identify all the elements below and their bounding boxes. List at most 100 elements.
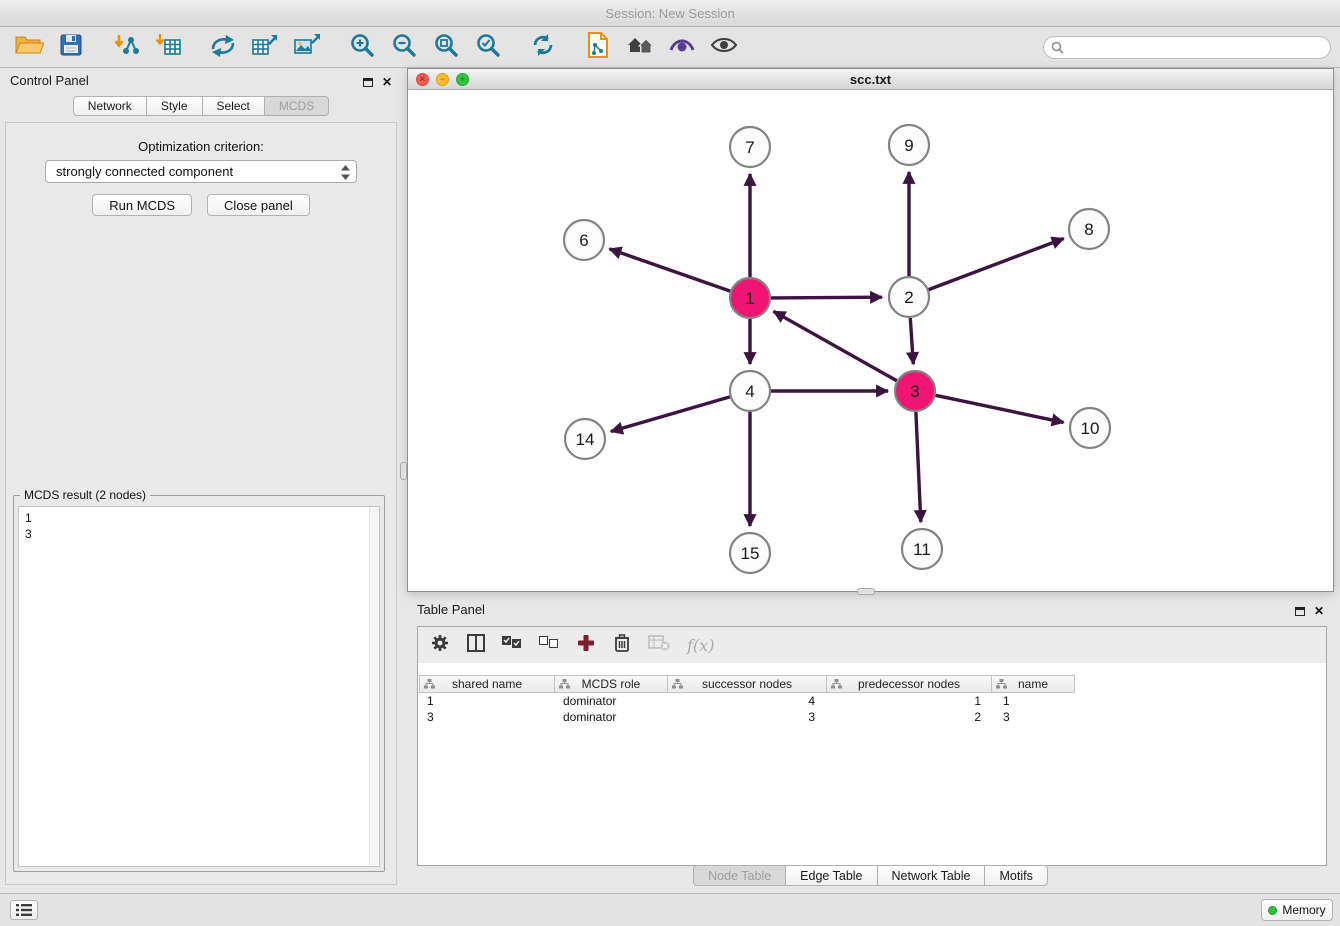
table-cell[interactable]: 3 [669,709,829,725]
save-session-button[interactable] [50,29,92,65]
graph-node-1[interactable]: 1 [730,278,770,318]
table-cell[interactable]: 3 [419,709,555,725]
run-mcds-button[interactable]: Run MCDS [92,194,192,216]
export-table-button[interactable] [244,29,286,65]
show-hide-button[interactable] [703,29,745,65]
tab-edge-table[interactable]: Edge Table [785,865,877,886]
column-header-MCDS-role[interactable]: MCDS role [554,675,668,693]
open-session-button[interactable] [8,29,50,65]
status-bar: Memory [0,893,1340,926]
import-table-from-file-button[interactable] [147,29,189,65]
column-header-successor-nodes[interactable]: successor nodes [667,675,827,693]
float-panel-icon[interactable] [363,78,373,87]
optimization-criterion-label: Optimization criterion: [6,139,396,154]
tab-select[interactable]: Select [202,96,265,116]
graph-node-7[interactable]: 7 [730,127,770,167]
select-all-columns-icon[interactable] [502,635,522,655]
graph-node-6[interactable]: 6 [564,220,604,260]
graph-node-14[interactable]: 14 [565,419,605,459]
zoom-out-button[interactable] [383,29,425,65]
tab-style[interactable]: Style [146,96,203,116]
mcds-result-title: MCDS result (2 nodes) [20,488,150,502]
graph-node-11[interactable]: 11 [902,529,942,569]
mcds-result-box[interactable]: 13 [18,506,380,867]
close-panel-button[interactable]: Close panel [207,194,310,216]
eye-icon [710,35,738,60]
edge-3-to-10[interactable] [936,395,1064,422]
column-header-predecessor-nodes[interactable]: predecessor nodes [826,675,992,693]
edge-3-to-1[interactable] [774,311,897,380]
network-document-button[interactable] [577,29,619,65]
mcds-panel: Optimization criterion: strongly connect… [5,122,397,885]
mcds-result-line: 1 [25,510,373,526]
unselect-all-columns-icon[interactable] [539,635,559,655]
edge-1-to-2[interactable] [771,297,882,298]
search-input[interactable] [1043,36,1331,59]
horizontal-splitter-grip[interactable] [857,588,875,595]
table-cell[interactable]: 3 [995,709,1079,725]
network-graph[interactable]: 7 9 6 8 1 2 4 3 14 10 15 11 [408,90,1333,591]
function-builder-icon: f(x) [687,636,714,655]
edge-3-to-11[interactable] [916,412,921,522]
tab-network[interactable]: Network [73,96,147,116]
table-cell[interactable]: dominator [555,709,669,725]
export-image-button[interactable] [286,29,328,65]
control-panel-header: Control Panel [0,67,402,93]
task-history-button[interactable] [10,900,38,920]
column-header-name[interactable]: name [991,675,1075,693]
graph-node-2[interactable]: 2 [889,277,929,317]
optimization-criterion-select[interactable]: strongly connected component [45,160,357,183]
network-window: scc.txt 7 9 6 8 1 2 4 3 14 10 15 11 [407,68,1334,592]
column-header-shared-name[interactable]: shared name [419,675,555,693]
node-table-container: f(x) shared nameMCDS rolesuccessor nodes… [417,626,1327,866]
network-window-titlebar[interactable]: scc.txt [408,69,1333,90]
graph-node-9[interactable]: 9 [889,125,929,165]
add-row-icon[interactable] [576,633,596,658]
graph-node-15[interactable]: 15 [730,533,770,573]
mcds-result-line: 3 [25,526,373,542]
table-cell[interactable]: 2 [829,709,995,725]
table-cell[interactable]: 1 [419,693,555,709]
result-scrollbar[interactable] [369,508,378,865]
tab-network-table[interactable]: Network Table [877,865,986,886]
show-columns-icon[interactable] [467,634,485,657]
table-cell[interactable]: 1 [995,693,1079,709]
graph-node-8[interactable]: 8 [1069,209,1109,249]
table-row[interactable]: 1dominator411 [419,693,1326,709]
zoom-fit-button[interactable] [425,29,467,65]
refresh-layout-button[interactable] [522,29,564,65]
column-type-icon [996,679,1007,689]
graph-node-3[interactable]: 3 [895,371,935,411]
table-settings-gear-icon[interactable] [430,633,450,658]
vertical-splitter-grip[interactable] [400,462,407,480]
column-type-icon [831,679,842,689]
node-label: 3 [910,382,919,401]
zoom-in-button[interactable] [341,29,383,65]
tab-mcds[interactable]: MCDS [264,96,329,116]
edge-2-to-3[interactable] [910,318,913,364]
edge-4-to-14[interactable] [611,397,730,432]
graph-node-10[interactable]: 10 [1070,408,1110,448]
float-table-panel-icon[interactable] [1295,607,1305,616]
delete-row-trash-icon[interactable] [613,633,631,658]
tab-node-table[interactable]: Node Table [693,865,786,886]
style-preview-button[interactable] [661,29,703,65]
table-cell[interactable]: 1 [829,693,995,709]
window-title: Session: New Session [605,6,734,21]
edge-2-to-8[interactable] [929,239,1064,290]
import-network-button[interactable] [202,29,244,65]
table-cell[interactable]: dominator [555,693,669,709]
column-type-icon [424,679,435,689]
table-row[interactable]: 3dominator323 [419,709,1326,725]
graph-node-4[interactable]: 4 [730,371,770,411]
import-network-from-file-button[interactable] [105,29,147,65]
export-image-icon [293,32,321,63]
memory-button[interactable]: Memory [1261,899,1333,921]
zoom-selected-button[interactable] [467,29,509,65]
tab-motifs[interactable]: Motifs [984,865,1047,886]
close-panel-icon[interactable] [382,73,392,91]
home-views-button[interactable] [619,29,661,65]
table-cell[interactable]: 4 [669,693,829,709]
edge-1-to-6[interactable] [610,249,731,291]
close-table-panel-icon[interactable] [1314,602,1324,620]
